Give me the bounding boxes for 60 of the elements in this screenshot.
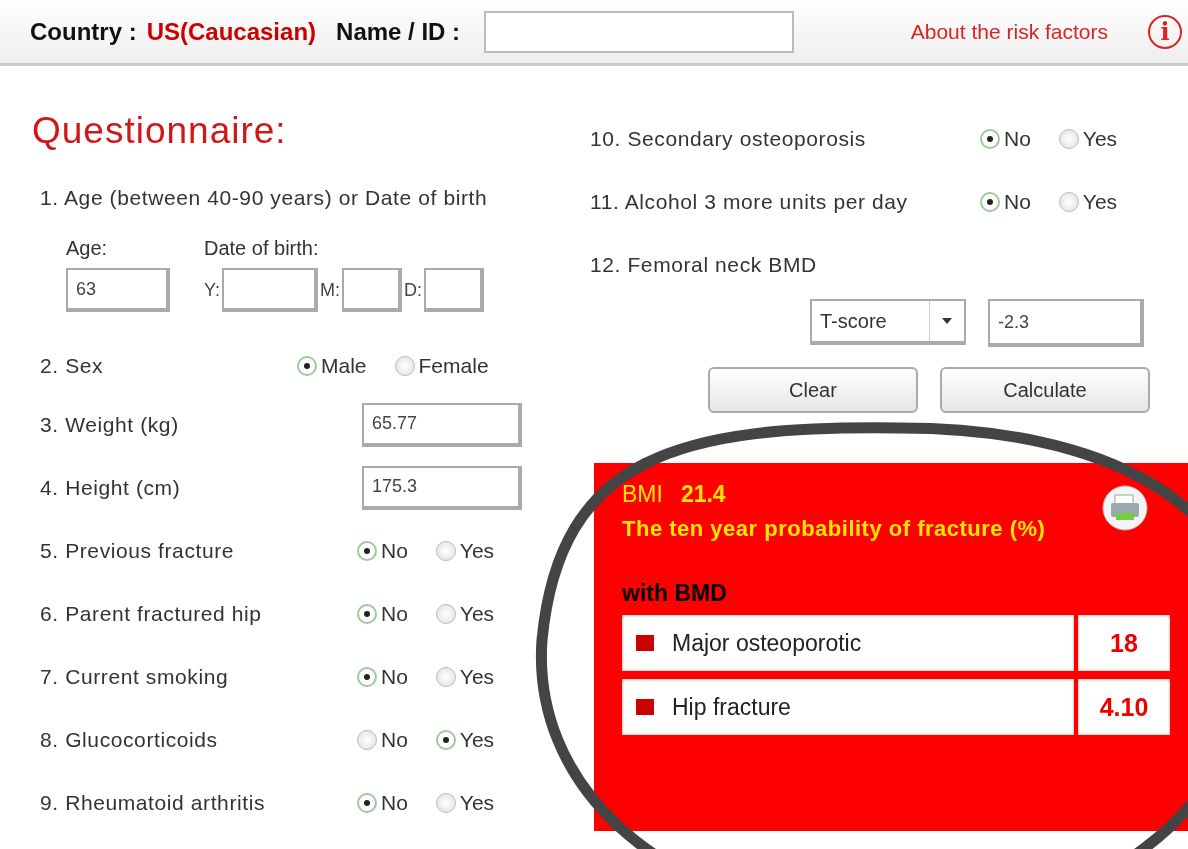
radio-option[interactable]: Male <box>297 353 367 378</box>
question-label: 1. Age (between 40-90 years) or Date of birth <box>40 186 489 210</box>
name-field[interactable] <box>484 10 795 53</box>
bmi-label: BMI <box>622 481 663 508</box>
age-label: Age: <box>66 237 109 260</box>
caret-icon <box>942 318 952 324</box>
date-field[interactable] <box>424 268 484 312</box>
radio-option[interactable]: No <box>357 601 408 626</box>
bmd-field[interactable]: -2.3 <box>988 299 1144 347</box>
radio-option[interactable]: Female <box>394 353 489 378</box>
question-label: 2. Sex <box>40 353 104 378</box>
name-label: Name / ID : <box>336 17 461 46</box>
radio-option[interactable]: Yes <box>435 727 495 752</box>
action-button[interactable]: Calculate <box>940 367 1150 413</box>
result-label: Hip fracture <box>622 679 1074 735</box>
result-heading: The ten year probability of fracture (%) <box>622 516 1047 542</box>
question-label: 7. Current smoking <box>40 664 229 689</box>
question-label: 8. Glucocorticoids <box>40 727 218 752</box>
date-of-birth-label: Date of birth: <box>204 237 320 260</box>
question-label: 10. Secondary osteoporosis <box>590 126 866 151</box>
number-field[interactable]: 65.77 <box>362 402 522 447</box>
date-field[interactable] <box>342 268 402 312</box>
bmi-value: 21.4 <box>680 481 726 508</box>
questionnaire-title: Questionnaire: <box>32 110 288 152</box>
date-part-label: D: <box>404 279 422 301</box>
radio-option[interactable]: No <box>980 126 1031 151</box>
radio-option[interactable]: No <box>357 664 408 689</box>
result-value: 18 <box>1078 615 1170 671</box>
radio-option[interactable]: No <box>357 538 408 563</box>
info-icon[interactable]: i <box>1148 14 1182 49</box>
result-value: 4.10 <box>1078 679 1170 735</box>
radio-option[interactable]: Yes <box>1058 126 1118 151</box>
radio-option[interactable]: Yes <box>435 601 495 626</box>
printer-icon[interactable] <box>1102 485 1148 531</box>
question-label: 5. Previous fracture <box>40 538 235 563</box>
question-label: 9. Rheumatoid arthritis <box>40 790 266 815</box>
score-dropdown[interactable]: T-score <box>810 299 966 345</box>
date-field[interactable] <box>222 268 318 312</box>
section-title: with BMD <box>622 580 728 607</box>
radio-option[interactable]: No <box>357 727 408 752</box>
age-field[interactable]: 63 <box>66 268 170 312</box>
radio-option[interactable]: Yes <box>1058 189 1118 214</box>
question-label: 11. Alcohol 3 more units per day <box>590 189 908 214</box>
action-button[interactable]: Clear <box>708 367 918 413</box>
question-label: 4. Height (cm) <box>40 475 181 500</box>
radio-option[interactable]: Yes <box>435 664 495 689</box>
question-label: 6. Parent fractured hip <box>40 601 262 626</box>
radio-option[interactable]: No <box>357 790 408 815</box>
result-label: Major osteoporotic <box>622 615 1074 671</box>
number-field[interactable]: 175.3 <box>362 465 522 510</box>
radio-option[interactable]: No <box>980 189 1031 214</box>
radio-option[interactable]: Yes <box>435 790 495 815</box>
question-label: 3. Weight (kg) <box>40 412 179 437</box>
question-label: 12. Femoral neck BMD <box>590 252 817 277</box>
country-label: Country : <box>30 17 137 46</box>
date-part-label: Y: <box>204 279 220 301</box>
country-value[interactable]: US(Caucasian) <box>146 17 317 46</box>
radio-option[interactable]: Yes <box>435 538 495 563</box>
date-part-label: M: <box>320 279 340 301</box>
risk-factors-link[interactable]: About the risk factors <box>910 19 1108 44</box>
